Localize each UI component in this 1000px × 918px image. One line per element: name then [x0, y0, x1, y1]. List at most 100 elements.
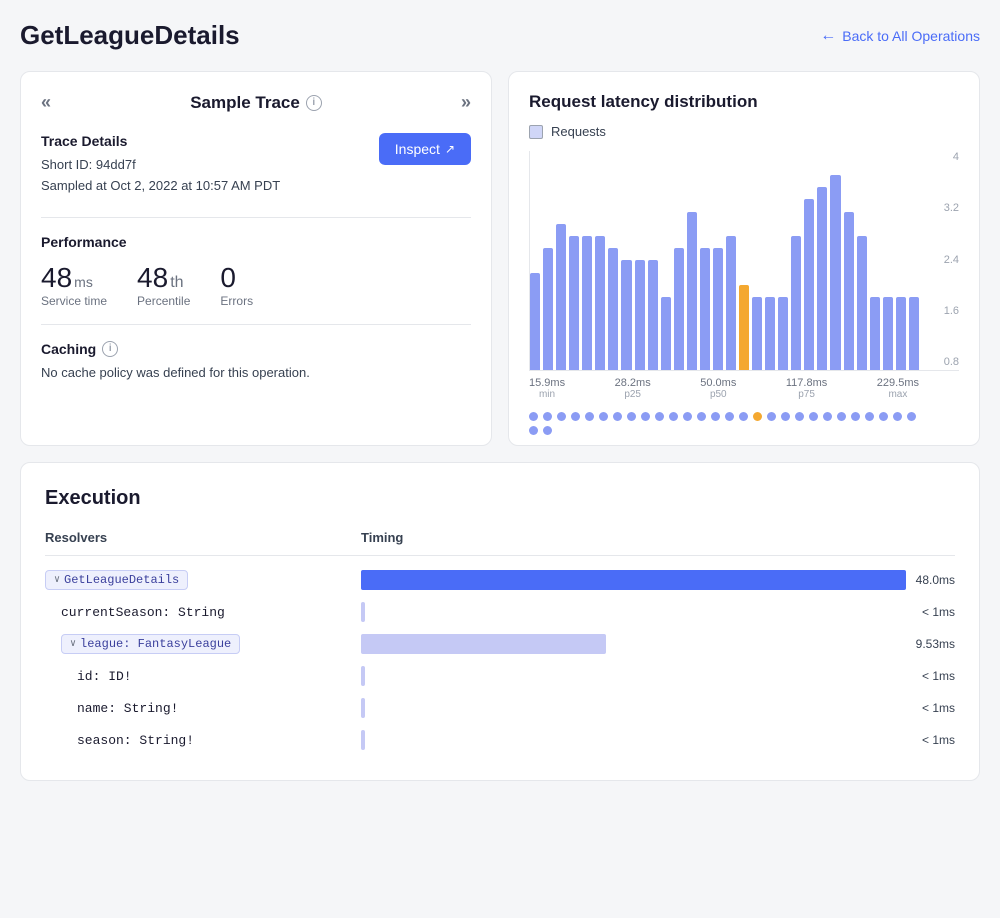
trace-dot[interactable]: [809, 412, 818, 421]
timing-bar: [361, 698, 365, 718]
trace-dot[interactable]: [851, 412, 860, 421]
trace-dot[interactable]: [543, 426, 552, 435]
inspect-button[interactable]: Inspect ↗: [379, 133, 471, 165]
timing-cell: < 1ms: [361, 730, 955, 750]
latency-chart: 43.22.41.60.8: [529, 151, 959, 371]
table-row: id: ID! < 1ms: [45, 660, 955, 692]
x-axis-label: 15.9msmin: [529, 377, 565, 400]
percentile-label: Percentile: [137, 294, 190, 308]
chart-bar: [870, 297, 880, 370]
timing-bar-container: [361, 634, 906, 654]
trace-dot[interactable]: [725, 412, 734, 421]
trace-dot[interactable]: [557, 412, 566, 421]
trace-dot[interactable]: [613, 412, 622, 421]
trace-dot[interactable]: [669, 412, 678, 421]
service-time-metric: 48ms Service time: [41, 264, 107, 308]
table-row: currentSeason: String < 1ms: [45, 596, 955, 628]
chart-bar: [804, 199, 814, 370]
chevron-down-icon: ∨: [70, 638, 76, 650]
divider-1: [41, 217, 471, 218]
trace-details-section: Trace Details Short ID: 94dd7f Sampled a…: [41, 133, 471, 197]
timing-text: < 1ms: [922, 605, 955, 619]
next-trace-button[interactable]: »: [461, 92, 471, 113]
trace-dot[interactable]: [781, 412, 790, 421]
chart-bar: [621, 260, 631, 370]
trace-dot[interactable]: [753, 412, 762, 421]
trace-short-id: Short ID: 94dd7f: [41, 155, 280, 176]
timing-bar: [361, 602, 365, 622]
trace-dot[interactable]: [543, 412, 552, 421]
trace-dot[interactable]: [893, 412, 902, 421]
sample-trace-panel: « Sample Trace i » Trace Details Short I…: [20, 71, 492, 446]
timing-text: < 1ms: [922, 669, 955, 683]
caching-heading: Caching i: [41, 341, 471, 357]
table-row: ∨ GetLeagueDetails 48.0ms: [45, 564, 955, 596]
prev-trace-button[interactable]: «: [41, 92, 51, 113]
chart-bar: [752, 297, 762, 370]
chart-bar: [661, 297, 671, 370]
trace-dot[interactable]: [655, 412, 664, 421]
timing-bar-container: [361, 570, 906, 590]
trace-dot[interactable]: [823, 412, 832, 421]
percentile-metric: 48th Percentile: [137, 264, 190, 308]
execution-table: ∨ GetLeagueDetails 48.0ms currentSeason:…: [45, 564, 955, 756]
table-row: name: String! < 1ms: [45, 692, 955, 724]
y-axis-label: 3.2: [924, 202, 959, 214]
trace-dot[interactable]: [599, 412, 608, 421]
legend-box-icon: [529, 125, 543, 139]
divider-2: [41, 324, 471, 325]
x-axis-label: 229.5msmax: [877, 377, 919, 400]
resolver-name: currentSeason: String: [45, 605, 345, 620]
trace-dot[interactable]: [907, 412, 916, 421]
trace-dot[interactable]: [767, 412, 776, 421]
trace-dot[interactable]: [837, 412, 846, 421]
trace-dot[interactable]: [739, 412, 748, 421]
trace-header: « Sample Trace i »: [41, 92, 471, 113]
caching-text: No cache policy was defined for this ope…: [41, 365, 471, 380]
timing-text: < 1ms: [922, 733, 955, 747]
trace-dot[interactable]: [571, 412, 580, 421]
trace-dot[interactable]: [879, 412, 888, 421]
y-axis-label: 1.6: [924, 305, 959, 317]
resolver-badge[interactable]: ∨ GetLeagueDetails: [45, 570, 188, 590]
trace-dot[interactable]: [711, 412, 720, 421]
errors-label: Errors: [220, 294, 253, 308]
back-arrow-icon: ←: [820, 27, 836, 45]
trace-dot[interactable]: [697, 412, 706, 421]
chart-bar: [556, 224, 566, 370]
chart-bar: [896, 297, 906, 370]
trace-dot[interactable]: [795, 412, 804, 421]
service-time-value: 48ms: [41, 264, 107, 292]
chart-bar: [844, 212, 854, 370]
trace-details-heading: Trace Details: [41, 133, 280, 149]
caching-section: Caching i No cache policy was defined fo…: [41, 341, 471, 380]
trace-title: Sample Trace i: [190, 93, 322, 113]
trace-dot[interactable]: [865, 412, 874, 421]
back-link[interactable]: ← Back to All Operations: [820, 27, 980, 45]
trace-dot[interactable]: [529, 412, 538, 421]
trace-dot[interactable]: [529, 426, 538, 435]
execution-title: Execution: [45, 487, 955, 510]
caching-info-icon[interactable]: i: [102, 341, 118, 357]
chart-legend: Requests: [529, 124, 959, 139]
trace-sampled-at: Sampled at Oct 2, 2022 at 10:57 AM PDT: [41, 176, 280, 197]
trace-dot[interactable]: [683, 412, 692, 421]
x-axis-label: 50.0msp50: [700, 377, 736, 400]
trace-info-icon[interactable]: i: [306, 95, 322, 111]
trace-dot[interactable]: [585, 412, 594, 421]
dots-row[interactable]: [529, 412, 959, 435]
trace-dot[interactable]: [641, 412, 650, 421]
chart-bar: [830, 175, 840, 370]
resolver-name: ∨ GetLeagueDetails: [45, 570, 345, 590]
timing-text: 48.0ms: [916, 573, 955, 587]
resolver-name: season: String!: [45, 733, 345, 748]
trace-dot[interactable]: [627, 412, 636, 421]
timing-bar: [361, 570, 906, 590]
chart-bar: [530, 273, 540, 371]
timing-text: < 1ms: [922, 701, 955, 715]
execution-table-header: Resolvers Timing: [45, 530, 955, 556]
y-axis-label: 0.8: [924, 356, 959, 368]
legend-label: Requests: [551, 124, 606, 139]
chart-bar: [857, 236, 867, 370]
resolver-badge[interactable]: ∨ league: FantasyLeague: [61, 634, 240, 654]
